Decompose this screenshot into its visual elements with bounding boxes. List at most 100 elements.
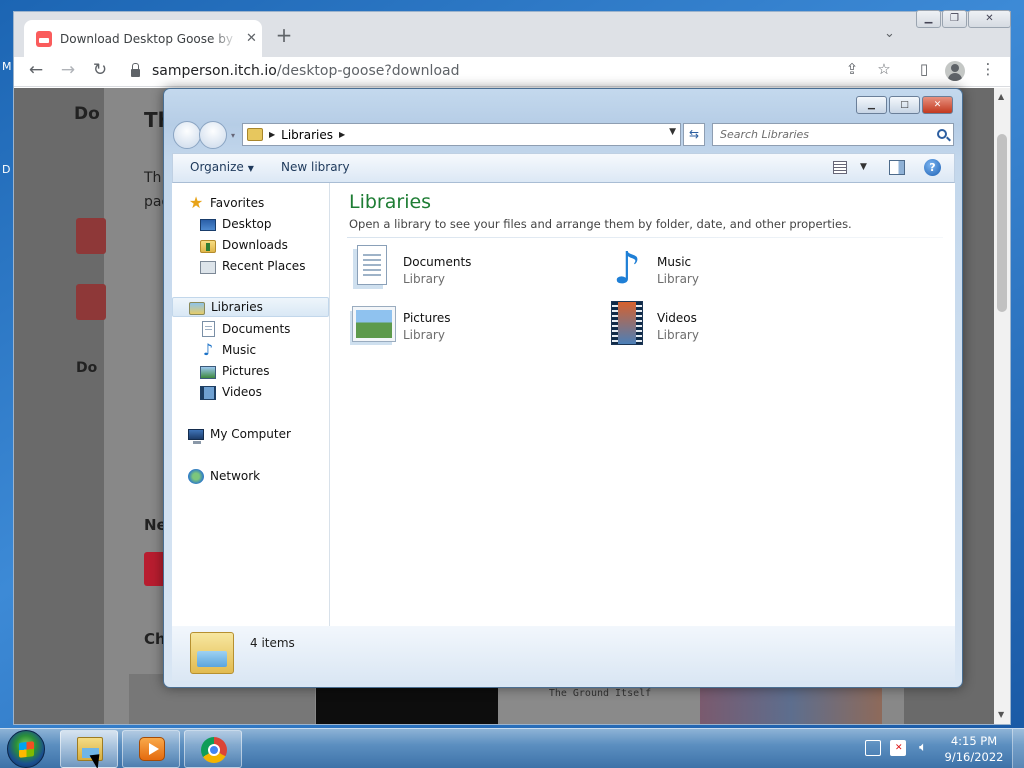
page-scrollbar[interactable]: ▲ ▼ <box>994 88 1010 724</box>
side-panel-icon[interactable]: ▯ <box>913 60 935 78</box>
action-center-flag-icon[interactable] <box>890 740 906 756</box>
nav-label: Recent Places <box>222 259 306 273</box>
scroll-down-arrow-icon[interactable]: ▼ <box>998 710 1004 719</box>
view-options-dropdown-icon[interactable]: ▼ <box>860 162 867 172</box>
divider <box>347 237 943 238</box>
browser-restore-button[interactable]: ❐ <box>942 10 967 28</box>
preview-pane-icon[interactable] <box>889 160 905 175</box>
page-title: Libraries <box>349 191 432 213</box>
music-library-icon: ♪ <box>612 243 642 294</box>
organize-button[interactable]: Organize ▼ <box>190 160 254 174</box>
taskbar-explorer-button[interactable] <box>60 730 118 768</box>
library-item-documents[interactable]: Documents Library <box>349 245 589 295</box>
pictures-icon <box>200 365 216 379</box>
library-item-pictures[interactable]: Pictures Library <box>349 301 589 351</box>
breadcrumb-arrow-icon[interactable]: ▶ <box>339 130 345 139</box>
nav-item-my-computer[interactable]: My Computer <box>188 424 291 444</box>
network-tray-icon[interactable] <box>865 740 881 756</box>
close-tab-icon[interactable]: ✕ <box>246 31 257 46</box>
search-box[interactable] <box>712 123 954 146</box>
documents-icon <box>202 321 215 337</box>
share-icon[interactable]: ⇪ <box>841 60 863 78</box>
clock[interactable]: 4:15 PM 9/16/2022 <box>942 733 1006 765</box>
omnibox[interactable]: samperson.itch.io/desktop-goose?download <box>131 63 459 79</box>
forward-arrow-icon[interactable]: → <box>56 60 80 80</box>
lock-icon[interactable] <box>131 63 140 77</box>
browser-minimize-button[interactable]: ▁ <box>916 10 941 28</box>
nav-item-recent-places[interactable]: Recent Places <box>200 256 305 276</box>
library-name: Documents <box>403 255 472 269</box>
system-tray: 🔈︎ <box>865 740 940 756</box>
recent-pages-chevron-icon[interactable]: ▾ <box>231 131 235 140</box>
page-heading-partial: Do <box>74 104 100 124</box>
start-button[interactable] <box>7 730 45 768</box>
explorer-maximize-button[interactable]: □ <box>889 96 920 114</box>
forward-button[interactable] <box>199 121 227 149</box>
desktop-icon-label[interactable]: M <box>2 60 12 73</box>
browser-tab[interactable]: Download Desktop Goose by samperson ✕ <box>24 20 262 57</box>
computer-icon <box>188 429 204 444</box>
back-button[interactable] <box>173 121 201 149</box>
taskbar: 🔈︎ 4:15 PM 9/16/2022 <box>0 728 1024 768</box>
show-desktop-button[interactable] <box>1012 729 1024 768</box>
nav-label: Favorites <box>210 196 265 210</box>
breadcrumb-libraries[interactable]: Libraries <box>281 128 333 142</box>
scrollbar-thumb[interactable] <box>997 134 1007 312</box>
taskbar-media-player-button[interactable] <box>122 730 180 768</box>
music-note-icon: ♪ <box>202 340 214 359</box>
chrome-icon <box>201 737 227 763</box>
nav-label: Network <box>210 469 261 483</box>
new-tab-button[interactable]: + <box>272 24 296 48</box>
url-path: /desktop-goose?download <box>276 63 460 79</box>
back-forward-buttons: ▾ <box>173 121 235 149</box>
nav-item-libraries[interactable]: Libraries <box>172 297 329 317</box>
bookmark-star-icon[interactable]: ☆ <box>873 60 895 78</box>
tab-search-chevron-icon[interactable]: ⌄ <box>884 26 895 41</box>
explorer-minimize-button[interactable]: ▁ <box>856 96 887 114</box>
nav-item-videos[interactable]: Videos <box>200 382 262 402</box>
film-strip-icon <box>200 385 216 400</box>
profile-avatar-icon[interactable] <box>945 61 965 81</box>
media-player-icon <box>139 737 165 761</box>
dropdown-arrow-icon: ▼ <box>247 164 254 173</box>
volume-speaker-icon[interactable]: 🔈︎ <box>915 740 931 756</box>
explorer-close-button[interactable]: ✕ <box>922 96 953 114</box>
change-view-icon[interactable] <box>833 161 847 174</box>
nav-label: Videos <box>222 385 262 399</box>
library-name: Videos <box>657 311 697 325</box>
library-type: Library <box>657 328 699 342</box>
back-arrow-icon[interactable]: ← <box>24 60 48 80</box>
nav-item-favorites[interactable]: ★ Favorites <box>188 193 264 213</box>
search-input[interactable] <box>720 128 928 141</box>
search-icon[interactable] <box>937 129 947 139</box>
download-button-partial[interactable] <box>76 218 106 254</box>
libraries-icon <box>189 301 205 315</box>
nav-item-pictures[interactable]: Pictures <box>200 361 270 381</box>
menu-kebab-icon[interactable]: ⋮ <box>977 60 999 78</box>
library-item-music[interactable]: ♪ Music Library <box>603 245 843 295</box>
nav-label: Desktop <box>222 217 272 231</box>
library-item-videos[interactable]: Videos Library <box>603 301 843 351</box>
nav-item-desktop[interactable]: Desktop <box>200 214 272 234</box>
nav-item-downloads[interactable]: Downloads <box>200 235 288 255</box>
nav-label: Pictures <box>222 364 270 378</box>
scroll-up-arrow-icon[interactable]: ▲ <box>998 92 1004 101</box>
address-dropdown-icon[interactable]: ▼ <box>669 127 676 137</box>
breadcrumb-arrow-icon[interactable]: ▶ <box>269 130 275 139</box>
tab-title: Download Desktop Goose by samperson <box>60 31 238 46</box>
nav-item-network[interactable]: Network <box>188 466 260 486</box>
organize-label: Organize <box>190 160 244 174</box>
nav-item-music[interactable]: ♪ Music <box>200 340 256 360</box>
download-button-partial[interactable] <box>76 284 106 320</box>
desktop-icon-label[interactable]: D <box>2 163 10 176</box>
nav-label: Documents <box>222 322 291 336</box>
address-bar[interactable]: ▶ Libraries ▶ ▼ <box>242 123 681 146</box>
refresh-icon[interactable]: ⇆ <box>683 123 705 146</box>
reload-icon[interactable]: ↻ <box>88 60 112 80</box>
new-library-button[interactable]: New library <box>281 160 350 174</box>
help-icon[interactable]: ? <box>924 159 941 176</box>
nav-item-documents[interactable]: Documents <box>200 319 290 339</box>
page-description: Open a library to see your files and arr… <box>349 217 852 231</box>
browser-close-button[interactable]: ✕ <box>968 10 1011 28</box>
taskbar-chrome-button[interactable] <box>184 730 242 768</box>
